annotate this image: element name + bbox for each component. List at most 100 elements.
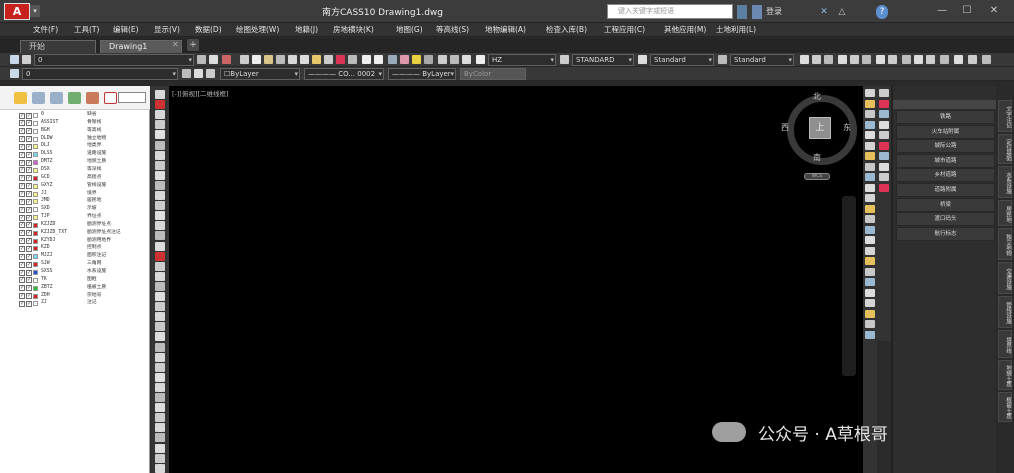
layer-color-swatch[interactable] [33,301,38,307]
tab-drawing1[interactable]: Drawing1 [100,40,182,53]
layer-prev-icon[interactable] [194,69,203,78]
binoculars-icon[interactable] [737,5,747,19]
layer-row[interactable]: ✓ ✓ BGH 等高线 [0,128,150,135]
menu-tools[interactable]: 工具(T) [74,24,99,35]
compass-south[interactable]: 南 [813,152,821,163]
layer-row[interactable]: ✓ ✓ ZJ 注记 [0,300,150,307]
tool-h-icon[interactable] [888,55,897,64]
symbol-category-button[interactable]: 城际公路 [896,139,995,154]
layer-visible-checkbox[interactable]: ✓ [19,277,25,284]
layer-visible-checkbox[interactable]: ✓ [19,112,25,119]
layer-props-icon[interactable] [10,69,19,78]
menu-contour[interactable]: 等高线(S) [436,24,469,35]
layer-color-swatch[interactable] [33,120,38,126]
layer-color-swatch[interactable] [33,199,38,205]
layer-lock-checkbox[interactable]: ✓ [26,136,32,143]
tool-o-icon[interactable] [982,55,991,64]
layer-visible-checkbox[interactable]: ✓ [19,120,25,127]
layer-row[interactable]: ✓ ✓ JJ 境界 [0,191,150,198]
tool-b-icon[interactable] [812,55,821,64]
layer-color-swatch[interactable] [33,144,38,150]
layer-state-icon[interactable] [22,55,31,64]
draw-tool-icon[interactable] [155,281,165,291]
table-style-icon[interactable] [638,55,647,64]
match-prop-icon[interactable] [348,55,357,64]
layer-lock-checkbox[interactable]: ✓ [26,128,32,135]
symbol-category-button[interactable]: 铁路 [896,110,995,124]
layer-lock-checkbox[interactable]: ✓ [26,293,32,300]
layer-lock-checkbox[interactable]: ✓ [26,261,32,268]
symbol-category-button[interactable]: 火车站附属 [896,124,995,139]
layer-color-swatch[interactable] [33,222,38,228]
drawing-canvas[interactable] [169,86,863,473]
layer-color-swatch[interactable] [33,183,38,189]
layer-lock-checkbox[interactable]: ✓ [26,175,32,182]
tool-f-icon[interactable] [862,55,871,64]
layer-visible-checkbox[interactable]: ✓ [19,159,25,166]
draw-tool-icon[interactable] [155,150,165,160]
layer-row[interactable]: ✓ ✓ DSX 等深线 [0,167,150,174]
layer-dropdown-2[interactable]: 0 ▾ [22,68,178,80]
layer-color-swatch[interactable] [33,215,38,221]
layer-visible-checkbox[interactable]: ✓ [19,198,25,205]
layer-row[interactable]: ✓ ✓ KZYDJ 勘测用地界 [0,238,150,245]
tab-close-icon[interactable]: ✕ [172,40,179,49]
layer-visible-checkbox[interactable]: ✓ [19,167,25,174]
layer-lock-checkbox[interactable]: ✓ [26,300,32,307]
zoom-window-icon[interactable] [412,55,421,64]
modify-tool-icon[interactable] [865,267,875,276]
help-icon[interactable]: ? [876,5,888,19]
layer-row[interactable]: ✓ ✓ SXSS 水系设施 [0,269,150,276]
layer-row[interactable]: ✓ ✓ TK 图框 [0,277,150,284]
cass-tool-icon[interactable] [879,131,889,139]
layer-color-swatch[interactable] [33,238,38,244]
draw-tool-icon[interactable] [155,201,165,211]
category-tab[interactable]: 地貌土质 [998,360,1012,390]
layer-color-swatch[interactable] [33,175,38,181]
layer-visible-checkbox[interactable]: ✓ [19,128,25,135]
cass-tool-icon[interactable] [879,89,889,97]
layer-row[interactable]: ✓ ✓ ASSIST 骨架线 [0,120,150,127]
draw-tool-icon[interactable] [155,90,165,99]
draw-tool-icon[interactable] [155,241,165,251]
tool-m-icon[interactable] [954,55,963,64]
draw-tool-icon[interactable] [155,211,165,221]
menu-drawing[interactable]: 绘图处理(W) [236,24,279,35]
zoom-icon[interactable] [400,55,409,64]
category-tab[interactable]: 居民地 [998,200,1012,226]
modify-tool-icon[interactable] [865,120,875,129]
menu-edit[interactable]: 编辑(E) [113,24,139,35]
layer-visible-checkbox[interactable]: ✓ [19,238,25,245]
draw-tool-icon[interactable] [155,180,165,190]
text-style-icon[interactable] [476,55,485,64]
menu-feature-edit[interactable]: 地物编辑(A) [485,24,526,35]
symbol-category-button[interactable]: 道路附属 [896,183,995,197]
draw-tool-icon[interactable] [155,140,165,150]
layer-row[interactable]: ✓ ✓ MJZJ 面积注记 [0,253,150,260]
layer-lock-checkbox[interactable]: ✓ [26,277,32,284]
layer-color-swatch[interactable] [33,277,38,283]
layer-visible-checkbox[interactable]: ✓ [19,261,25,268]
symbol-category-button[interactable]: 航行标志 [896,226,995,241]
layer-row[interactable]: ✓ ✓ KZD 控制点 [0,245,150,252]
menu-file[interactable]: 文件(F) [33,24,58,35]
layer-visible-checkbox[interactable]: ✓ [19,253,25,260]
layer-row[interactable]: ✓ ✓ KZJZD_TXT 勘测界址点注记 [0,230,150,237]
save-icon[interactable] [264,55,273,64]
app-logo-button[interactable]: A [4,3,30,20]
draw-tool-icon[interactable] [155,342,165,352]
layer-dropdown[interactable]: 0 ▾ [34,54,194,66]
paste-icon[interactable] [336,55,345,64]
color-dropdown[interactable]: ☐ByLayer ▾ [220,68,300,80]
layer-visible-checkbox[interactable]: ✓ [19,293,25,300]
modify-tool-icon[interactable] [865,99,875,108]
layer-lock-checkbox[interactable]: ✓ [26,143,32,150]
cass-tool-icon[interactable] [879,152,889,160]
modify-tool-icon[interactable] [865,204,875,213]
table-style-dropdown[interactable]: Standard ▾ [650,54,714,66]
layer-color-swatch[interactable] [33,167,38,173]
modify-tool-icon[interactable] [865,236,875,244]
category-tab[interactable]: 文字注记 [998,100,1012,132]
layer-visible-checkbox[interactable]: ✓ [19,222,25,229]
zoom-prev-icon[interactable] [424,55,433,64]
